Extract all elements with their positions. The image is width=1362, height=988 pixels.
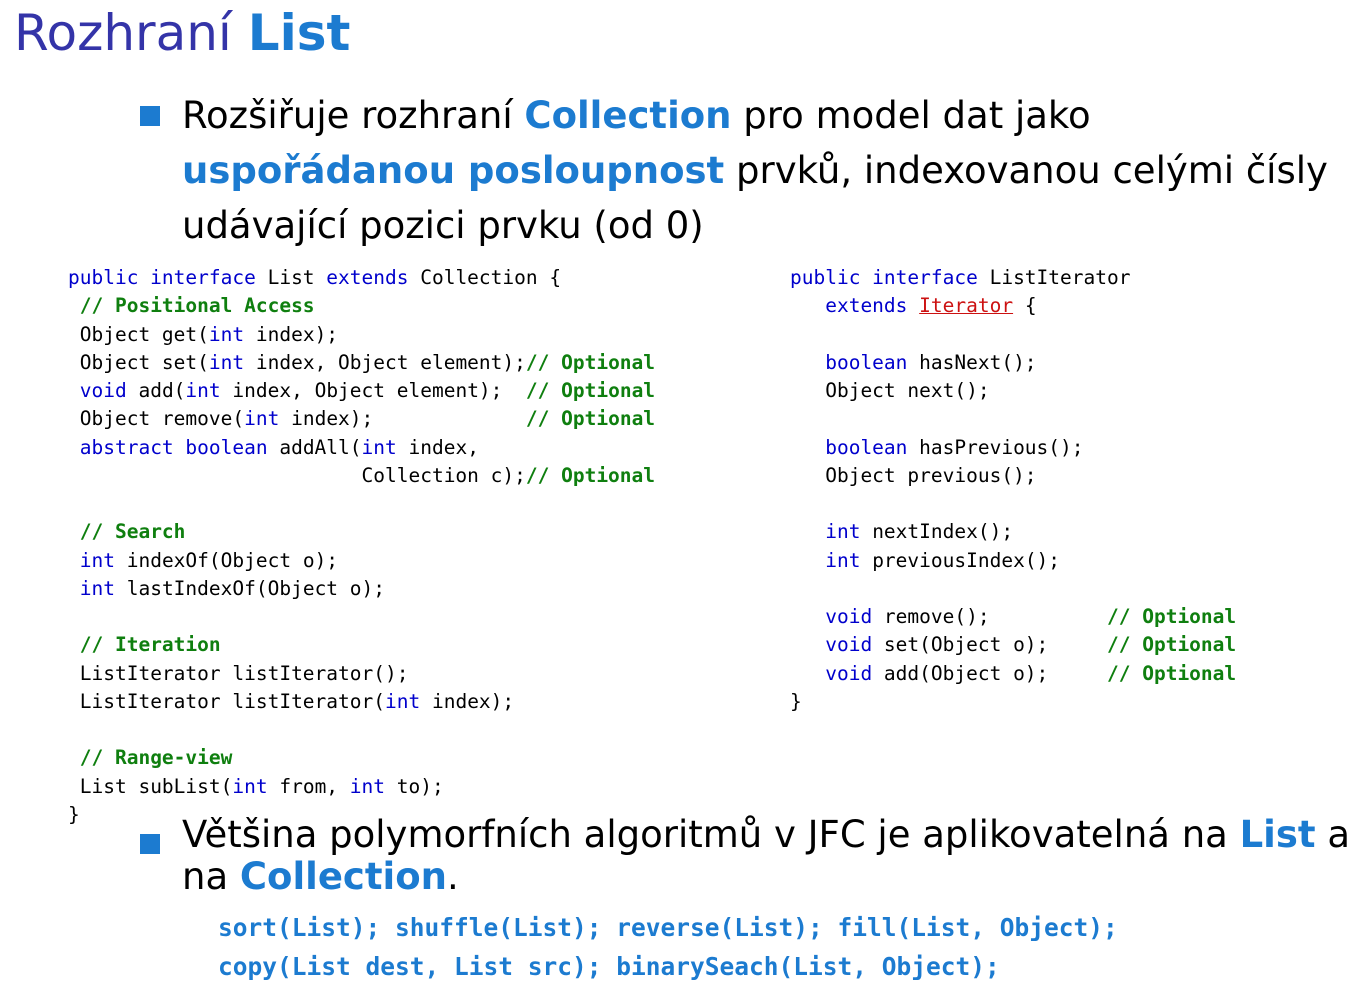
code-keyword: public interface: [790, 266, 978, 289]
text-span: a ne: [1327, 813, 1362, 856]
code-text: Object remove(: [79, 407, 245, 431]
code-text: ListIterator: [977, 266, 1131, 289]
title-prefix: Rozhraní: [14, 4, 232, 62]
code-text: List: [255, 266, 327, 289]
collection-highlight: Collection: [524, 94, 732, 137]
code-text: index);: [244, 322, 339, 346]
list-highlight: List: [1239, 813, 1316, 856]
algorithm-calls-line: copy(List dest, List src); binarySeach(L…: [218, 952, 1000, 981]
code-text: add(: [126, 379, 186, 402]
code-keyword: abstract boolean: [79, 435, 268, 459]
code-text: index, Object element);: [244, 350, 526, 374]
text-span: Rozšiřuje rozhraní: [182, 94, 525, 137]
code-text: nextIndex();: [860, 520, 1014, 544]
code-comment: // Optional: [525, 350, 656, 374]
algorithm-calls: sort(List); shuffle(List); reverse(List)…: [218, 908, 1118, 986]
code-text: Collection {: [408, 266, 562, 289]
code-keyword: int: [79, 576, 115, 600]
code-keyword: void: [790, 661, 873, 685]
code-keyword: int: [361, 435, 397, 459]
code-keyword: int: [232, 774, 268, 798]
code-text: Collection c);: [79, 463, 526, 487]
code-keyword: extends: [326, 266, 409, 289]
iterator-link[interactable]: Iterator: [919, 294, 1013, 317]
code-text: lastIndexOf(Object o);: [114, 576, 386, 600]
algorithm-calls-line: sort(List); shuffle(List); reverse(List)…: [218, 913, 1118, 942]
code-text: add(Object o);: [872, 661, 1107, 685]
code-keyword: void: [79, 379, 127, 402]
code-comment: // Optional: [525, 379, 656, 402]
code-text: set(Object o);: [872, 633, 1107, 657]
code-text: {: [1013, 294, 1037, 318]
bullet-algorithms: Většina polymorfních algoritmů v JFC je …: [182, 813, 1362, 898]
code-keyword: void: [790, 605, 873, 628]
code-text: remove();: [872, 605, 1107, 628]
bullet-line: Rozšiřuje rozhraní Collection pro model …: [182, 88, 1332, 143]
code-comment: // Range-view: [79, 746, 233, 770]
code-keyword: int: [790, 548, 861, 572]
title-highlight: List: [247, 4, 351, 62]
code-text: Object set(: [79, 350, 209, 374]
code-keyword: int: [185, 379, 221, 402]
code-comment: // Optional: [525, 407, 656, 431]
code-text: ListIterator listIterator();: [79, 661, 409, 685]
code-text: hasPrevious();: [907, 435, 1084, 459]
code-keyword: void: [790, 633, 873, 657]
code-text: Object previous();: [790, 463, 1037, 487]
text-span: pro model dat jako: [731, 94, 1091, 137]
code-comment: // Optional: [1107, 605, 1237, 628]
code-text: index);: [420, 689, 515, 713]
code-text: }: [68, 802, 80, 826]
text-span: udávající pozici prvku (od 0): [182, 204, 704, 247]
code-keyword: public interface: [68, 266, 256, 289]
code-text: index, Object element);: [220, 379, 526, 402]
text-span: .: [447, 855, 459, 898]
code-text: List subList(: [79, 774, 233, 798]
code-text: indexOf(Object o);: [114, 548, 339, 572]
text-span: Většina polymorfních algoritmů v JFC je …: [182, 813, 1240, 856]
code-text: index,: [396, 435, 479, 459]
code-keyword: int: [208, 350, 245, 374]
code-keyword: extends: [790, 294, 908, 318]
code-text: hasNext();: [907, 350, 1037, 374]
code-keyword: int: [79, 548, 115, 572]
code-text: previousIndex();: [860, 548, 1061, 572]
text-span: prvků, indexovanou celými čísly: [724, 149, 1328, 192]
bullet-line: uspořádanou posloupnost prvků, indexovan…: [182, 143, 1332, 198]
bullet-list-description: Rozšiřuje rozhraní Collection pro model …: [182, 88, 1332, 253]
list-interface-code: public interface List extends Collection…: [68, 264, 655, 829]
code-comment: // Optional: [1107, 633, 1237, 657]
code-keyword: int: [349, 774, 386, 798]
code-text: }: [790, 689, 802, 713]
bullet-square-icon: [140, 834, 160, 854]
code-comment: // Search: [79, 520, 186, 544]
code-text: addAll(: [267, 435, 362, 459]
code-comment: // Optional: [1107, 661, 1237, 685]
bullet-line: na Collection.: [182, 856, 1352, 898]
code-keyword: int: [385, 689, 421, 713]
code-text: index);: [279, 407, 526, 431]
text-span: na: [182, 855, 240, 898]
code-keyword: boolean: [790, 350, 908, 374]
code-keyword: int: [244, 407, 280, 431]
code-text: Object next();: [790, 379, 990, 402]
code-keyword: boolean: [790, 435, 908, 459]
code-text: from,: [267, 774, 350, 798]
code-comment: // Optional: [525, 463, 656, 487]
code-text: to);: [385, 774, 444, 798]
code-comment: // Positional Access: [79, 294, 315, 318]
slide-title: Rozhraní List: [14, 6, 350, 61]
bullet-line: Většina polymorfních algoritmů v JFC je …: [182, 813, 1362, 856]
listiterator-interface-code: public interface ListIterator extends It…: [790, 264, 1236, 716]
code-text: Object get(: [79, 322, 209, 346]
ordered-sequence-highlight: uspořádanou posloupnost: [182, 149, 725, 192]
bullet-square-icon: [140, 106, 160, 126]
bullet-line: udávající pozici prvku (od 0): [182, 198, 1332, 253]
code-keyword: int: [208, 322, 245, 346]
code-keyword: int: [790, 520, 861, 544]
code-comment: // Iteration: [79, 633, 221, 657]
collection-highlight: Collection: [239, 855, 447, 898]
code-text: ListIterator listIterator(: [79, 689, 385, 713]
